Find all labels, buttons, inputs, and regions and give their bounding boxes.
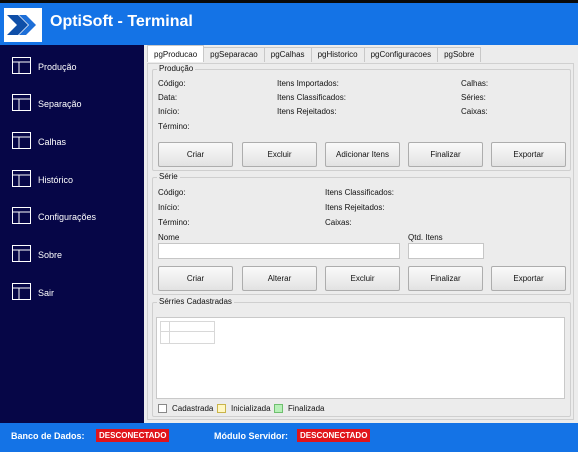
serie-criar-button[interactable]: Criar [158, 266, 233, 291]
window-icon [12, 170, 31, 187]
sidebar: Produção Separação Calhas Histórico Conf… [0, 45, 144, 423]
producao-calhas-label: Calhas: [461, 79, 489, 88]
sidebar-item-separacao[interactable]: Separação [0, 90, 144, 118]
tab-strip: pgProducao pgSeparacao pgCalhas pgHistor… [147, 45, 482, 63]
sidebar-item-label: Separação [38, 99, 82, 109]
window-icon [12, 283, 31, 300]
serie-excluir-button[interactable]: Excluir [325, 266, 400, 291]
sidebar-item-label: Histórico [38, 175, 74, 185]
sidebar-item-label: Produção [38, 62, 77, 72]
producao-criar-button[interactable]: Criar [158, 142, 233, 167]
producao-finalizar-button[interactable]: Finalizar [408, 142, 483, 167]
grid-header-row [160, 321, 215, 332]
serie-group-title: Série [157, 172, 180, 181]
producao-exportar-button[interactable]: Exportar [491, 142, 566, 167]
tab-pgsobre[interactable]: pgSobre [437, 47, 482, 62]
serie-alterar-button[interactable]: Alterar [242, 266, 317, 291]
serie-itens-classificados-label: Itens Classificados: [325, 188, 394, 197]
sidebar-item-label: Calhas [38, 137, 67, 147]
producao-termino-label: Término: [158, 122, 190, 131]
legend-label: Finalizada [288, 404, 325, 413]
server-status-badge: DESCONECTADO [297, 429, 371, 442]
producao-caixas-label: Caixas: [461, 107, 488, 116]
sidebar-item-label: Configurações [38, 212, 97, 222]
logo-chevron-icon [7, 15, 36, 35]
tab-pgconfiguracoes[interactable]: pgConfiguracoes [363, 47, 439, 62]
serie-termino-label: Término: [158, 218, 190, 227]
app-title: OptiSoft - Terminal [50, 13, 193, 30]
sidebar-item-configuracoes[interactable]: Configurações [0, 203, 144, 231]
producao-itens-rejeitados-label: Itens Rejeitados: [277, 107, 337, 116]
producao-data-label: Data: [158, 93, 178, 102]
legend-inicializada: Inicializada [217, 404, 271, 413]
legend-label: Cadastrada [172, 404, 214, 413]
window-icon [12, 94, 31, 111]
sidebar-item-sair[interactable]: Sair [0, 279, 144, 307]
serie-inicio-label: Início: [158, 203, 180, 212]
legend-swatch [158, 404, 167, 413]
tab-pghistorico[interactable]: pgHistorico [310, 47, 365, 62]
sidebar-item-label: Sair [38, 288, 55, 298]
db-status-badge: DESCONECTADO [96, 429, 170, 442]
window-icon [12, 207, 31, 224]
legend-swatch [217, 404, 226, 413]
title-bar: OptiSoft - Terminal [0, 0, 578, 45]
producao-itens-classificados-label: Itens Classificados: [277, 93, 346, 102]
series-grid[interactable] [156, 317, 565, 399]
sidebar-item-sobre[interactable]: Sobre [0, 241, 144, 269]
sidebar-item-calhas[interactable]: Calhas [0, 128, 144, 156]
tab-pgseparacao[interactable]: pgSeparacao [203, 47, 265, 62]
serie-qtd-itens-input[interactable] [408, 243, 484, 259]
producao-inicio-label: Início: [158, 107, 180, 116]
producao-excluir-button[interactable]: Excluir [242, 142, 317, 167]
producao-series-label: Séries: [461, 93, 486, 102]
main-area: pgProducao pgSeparacao pgCalhas pgHistor… [144, 45, 578, 423]
legend-swatch [274, 404, 283, 413]
producao-codigo-label: Código: [158, 79, 186, 88]
series-cadastradas-title: Sérries Cadastradas [157, 297, 234, 306]
tab-pgcalhas[interactable]: pgCalhas [263, 47, 312, 62]
grid-corner-cell [161, 322, 170, 331]
status-bar: Banco de Dados: DESCONECTADO Módulo Serv… [0, 423, 578, 452]
serie-qtd-itens-label: Qtd. Itens [408, 233, 443, 242]
tab-panel-producao: Produção Código: Data: Início: Término: … [147, 63, 574, 420]
sidebar-item-historico[interactable]: Histórico [0, 166, 144, 194]
window-icon [12, 57, 31, 74]
table-row[interactable] [160, 332, 215, 344]
logo [4, 8, 42, 42]
server-status-label: Módulo Servidor: [214, 431, 288, 441]
legend-cadastrada: Cadastrada [158, 404, 213, 413]
serie-nome-label: Nome [158, 233, 180, 242]
serie-caixas-label: Caixas: [325, 218, 352, 227]
db-status-label: Banco de Dados: [11, 431, 85, 441]
producao-group-title: Produção [157, 64, 196, 73]
serie-codigo-label: Código: [158, 188, 186, 197]
legend-finalizada: Finalizada [274, 404, 324, 413]
serie-nome-input[interactable] [158, 243, 400, 259]
sidebar-item-label: Sobre [38, 250, 63, 260]
producao-adicionar-itens-button[interactable]: Adicionar Itens [325, 142, 400, 167]
serie-itens-rejeitados-label: Itens Rejeitados: [325, 203, 385, 212]
producao-itens-importados-label: Itens Importados: [277, 79, 339, 88]
serie-exportar-button[interactable]: Exportar [491, 266, 566, 291]
serie-finalizar-button[interactable]: Finalizar [408, 266, 483, 291]
tab-pgproducao[interactable]: pgProducao [147, 45, 205, 62]
window-icon [12, 132, 31, 149]
window-icon [12, 245, 31, 262]
row-header-cell [161, 332, 170, 343]
legend-label: Inicializada [231, 404, 271, 413]
sidebar-item-producao[interactable]: Produção [0, 53, 144, 81]
